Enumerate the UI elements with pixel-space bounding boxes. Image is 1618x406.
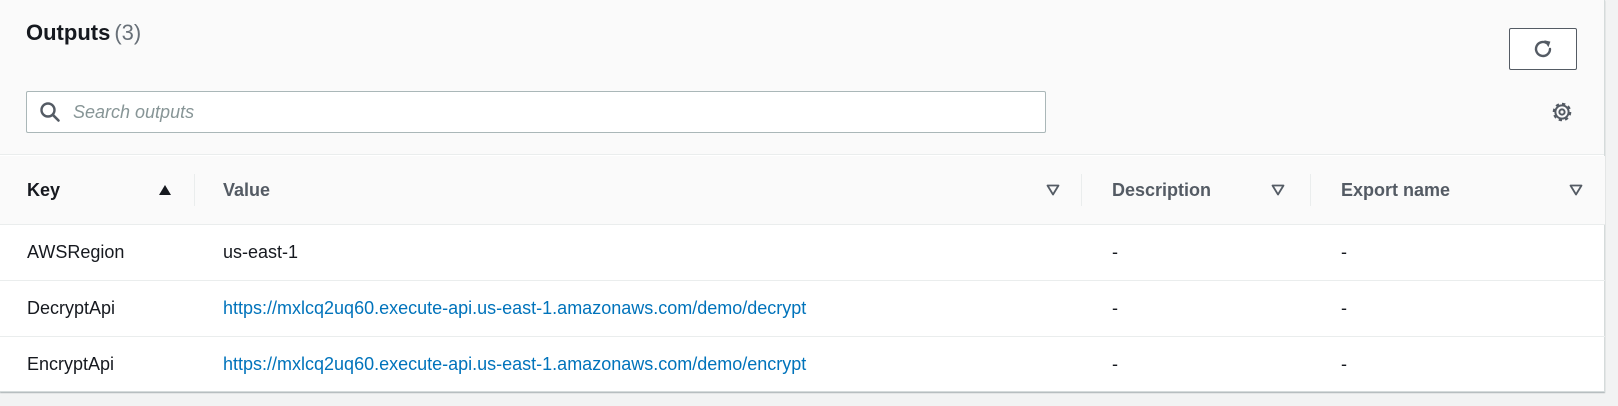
- outputs-table: Key Value Description Export name AWSReg…: [0, 156, 1605, 393]
- page-title: Outputs (3): [26, 20, 141, 46]
- column-header-export-name[interactable]: Export name: [1311, 156, 1605, 225]
- decrypt-api-link[interactable]: https://mxlcq2uq60.execute-api.us-east-1…: [223, 298, 806, 318]
- table-row: AWSRegion us-east-1 - -: [0, 224, 1605, 281]
- value-cell: https://mxlcq2uq60.execute-api.us-east-1…: [195, 280, 1082, 337]
- encrypt-api-link[interactable]: https://mxlcq2uq60.execute-api.us-east-1…: [223, 354, 806, 374]
- outputs-count: (3): [114, 20, 142, 45]
- search-box: [26, 91, 1046, 133]
- value-cell: https://mxlcq2uq60.execute-api.us-east-1…: [195, 337, 1082, 393]
- description-cell: -: [1082, 224, 1311, 281]
- table-row: EncryptApi https://mxlcq2uq60.execute-ap…: [0, 337, 1605, 393]
- gear-icon: [1552, 102, 1572, 122]
- sort-icon[interactable]: [1271, 184, 1285, 196]
- description-cell: -: [1112, 354, 1118, 375]
- column-label: Value: [223, 179, 271, 200]
- export-name-cell: -: [1311, 280, 1605, 337]
- title-text: Outputs: [26, 20, 111, 45]
- settings-button[interactable]: [1549, 99, 1575, 125]
- refresh-icon: [1534, 40, 1552, 58]
- outputs-panel: Outputs (3) Search outputs Key Value Des…: [0, 0, 1605, 392]
- description-cell: -: [1082, 280, 1311, 337]
- value-cell: us-east-1: [195, 224, 1082, 281]
- export-name-cell: -: [1311, 224, 1605, 281]
- column-label: Key: [27, 179, 61, 200]
- refresh-button[interactable]: [1509, 28, 1577, 70]
- export-name-cell: -: [1341, 354, 1347, 375]
- table-header-row: Key Value Description Export name: [0, 156, 1605, 225]
- key-cell: AWSRegion: [0, 224, 195, 281]
- column-label: Description: [1112, 179, 1212, 200]
- sort-icon[interactable]: [1569, 184, 1583, 196]
- outputs-header: Outputs (3): [0, 0, 1604, 155]
- column-header-key[interactable]: Key: [0, 156, 195, 225]
- key-cell: EncryptApi: [27, 354, 115, 375]
- sort-ascending-icon[interactable]: [158, 184, 172, 196]
- search-icon: [27, 92, 73, 132]
- sort-icon[interactable]: [1046, 184, 1060, 196]
- column-label: Export name: [1341, 179, 1451, 200]
- key-cell: DecryptApi: [0, 280, 195, 337]
- column-header-value[interactable]: Value: [195, 156, 1082, 225]
- search-input[interactable]: [73, 93, 1033, 131]
- column-header-description[interactable]: Description: [1082, 156, 1311, 225]
- table-row: DecryptApi https://mxlcq2uq60.execute-ap…: [0, 280, 1605, 337]
